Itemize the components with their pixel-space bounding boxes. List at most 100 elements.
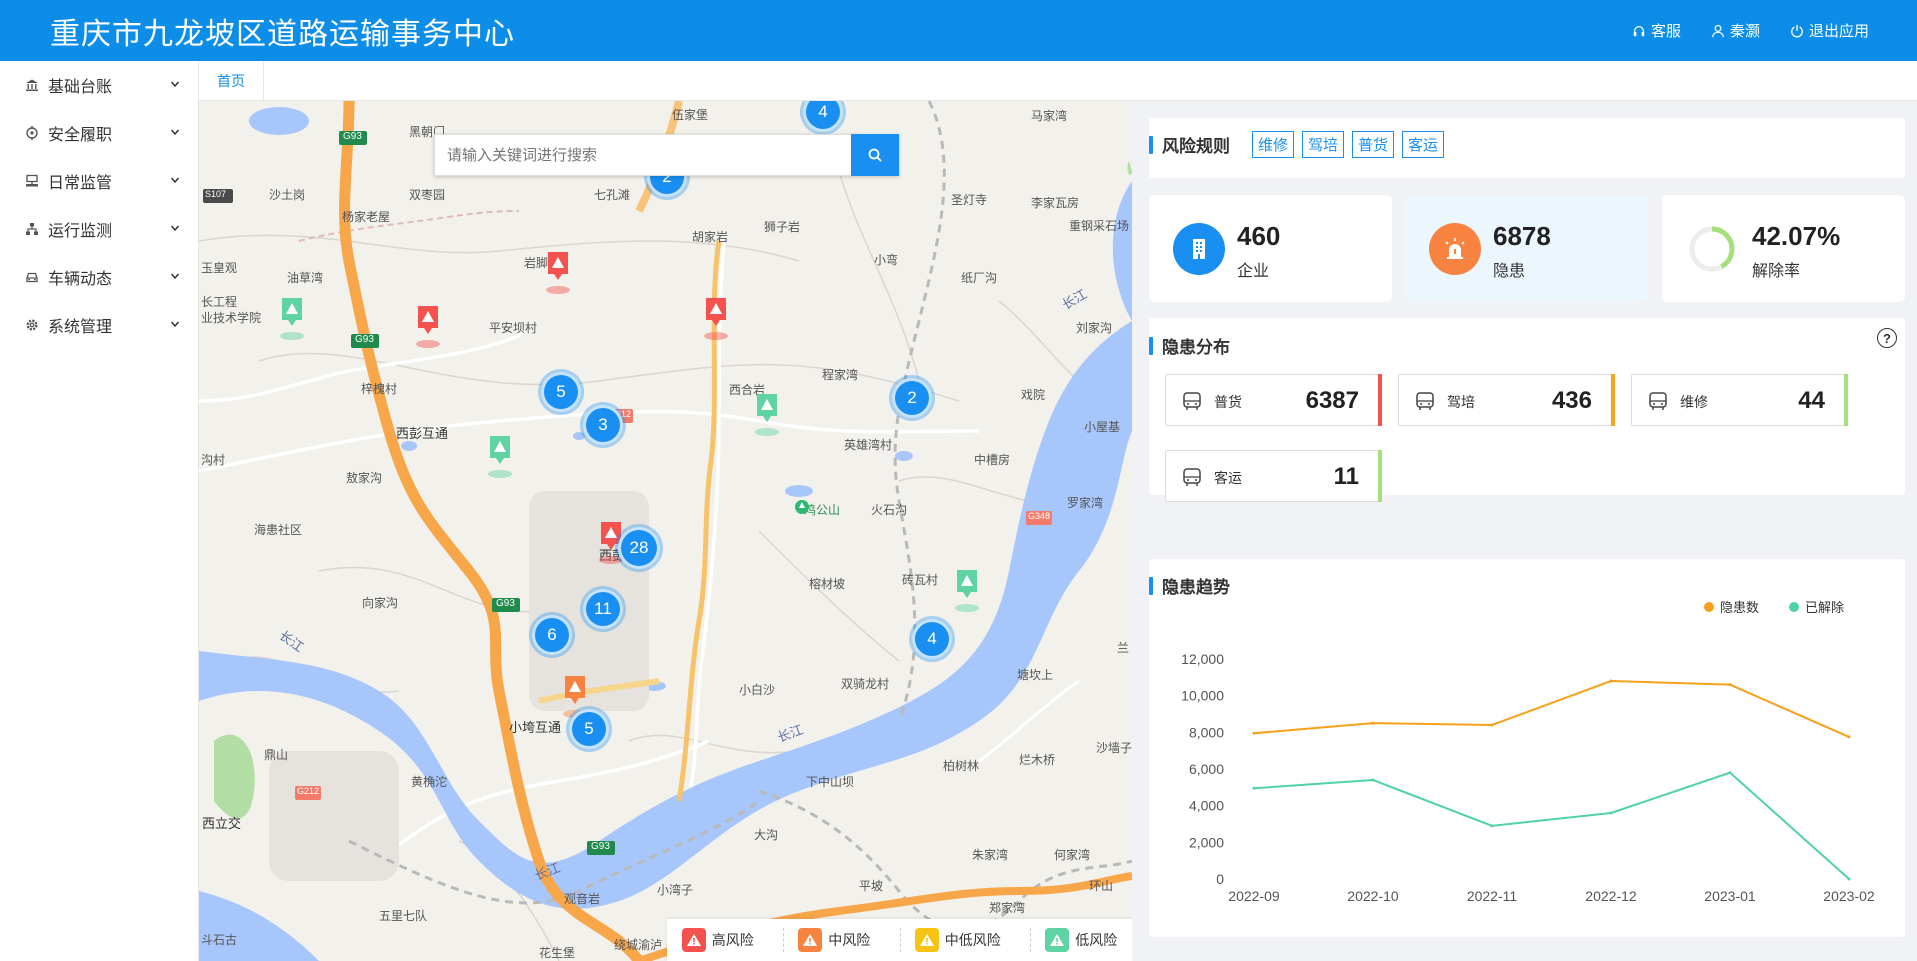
hazard-item-maintenance[interactable]: 维修 44 (1631, 374, 1848, 426)
road-shield-label: G93 (343, 131, 362, 142)
risk-tag-maintenance[interactable]: 维修 (1252, 131, 1295, 158)
sidebar-item-system-management[interactable]: 系统管理 (0, 301, 198, 349)
risk-tag-passenger[interactable]: 客运 (1402, 131, 1445, 158)
data-point (1371, 778, 1375, 782)
sidebar-item-operation-monitoring[interactable]: 运行监测 (0, 205, 198, 253)
user-icon (1712, 24, 1724, 37)
low-risk-marker[interactable] (485, 433, 515, 479)
sidebar-item-basic-ledger[interactable]: 基础台账 (0, 61, 198, 109)
marker-cluster[interactable]: 5 (569, 709, 609, 749)
x-tick-label: 2023-02 (1823, 888, 1875, 904)
low-risk-marker[interactable] (952, 567, 982, 613)
stat-value: 460 (1237, 221, 1281, 251)
customer-service-button[interactable]: 客服 (1632, 20, 1681, 41)
data-point (1609, 811, 1613, 815)
hazard-color-edge (1378, 450, 1382, 502)
high-risk-marker[interactable] (543, 249, 573, 295)
sidebar-item-label: 基础台账 (48, 79, 113, 96)
search-input[interactable] (434, 134, 851, 176)
chevron-down-icon (170, 177, 180, 184)
map-place-label: 小湾子 (657, 883, 694, 897)
resolution-rate-ring (1689, 226, 1735, 272)
risk-rules-card: 风险规则 维修 驾培 普货 客运 (1149, 118, 1905, 178)
stat-label: 企业 (1237, 263, 1270, 280)
map-place-label: 西彭互通 (396, 426, 449, 441)
hazard-item-freight[interactable]: 普货 6387 (1165, 374, 1382, 426)
search-icon (868, 148, 882, 162)
user-button[interactable]: 秦灏 (1711, 20, 1760, 41)
map-place-label: 平坡 (859, 879, 884, 893)
low-risk-marker[interactable] (752, 391, 782, 437)
data-point (1490, 824, 1494, 828)
marker-cluster[interactable]: 28 (618, 527, 660, 569)
map-place-label: 烂木桥 (1019, 753, 1056, 767)
marker-cluster[interactable]: 5 (541, 372, 581, 412)
marker-cluster[interactable]: 6 (532, 615, 572, 655)
bus-icon (1649, 392, 1667, 410)
map-place-label: 西立交 (202, 816, 242, 831)
marker-cluster[interactable]: 3 (583, 405, 623, 445)
map-place-label: 观音岩 (564, 892, 601, 906)
hazard-category: 维修 (1680, 394, 1708, 410)
hazard-item-passenger[interactable]: 客运 11 (1165, 450, 1382, 502)
y-tick-label: 12,000 (1181, 651, 1224, 667)
hazard-color-edge (1378, 374, 1382, 426)
map-place-label: 刘家沟 (1076, 321, 1113, 335)
map-view[interactable]: G93 G93 G93 G93 G212 G212 S107 G348 黑朝门 … (199, 101, 1132, 961)
stat-card-enterprises[interactable]: 460 企业 (1149, 195, 1392, 302)
park-poi-marker[interactable] (794, 499, 810, 517)
map-place-label: 中槽房 (974, 453, 1011, 467)
marker-cluster[interactable]: 4 (912, 619, 952, 659)
stat-card-hazards[interactable]: 6878 隐患 (1405, 195, 1648, 302)
hazard-color-edge (1844, 374, 1848, 426)
y-tick-label: 8,000 (1189, 724, 1224, 740)
map-place-label: 兰 (1117, 641, 1130, 655)
app-header: 重庆市九龙坡区道路运输事务中心 客服 秦灏 退出应用 (0, 0, 1917, 61)
header-actions: 客服 秦灏 退出应用 (1632, 0, 1869, 61)
risk-legend: 高风险 中风险 中低风险 低风险 (667, 919, 1132, 961)
map-place-label: 沟村 (201, 453, 226, 467)
map-place-label: 胡家岩 (692, 230, 729, 244)
x-tick-label: 2022-10 (1347, 888, 1399, 904)
map-place-label: 马家湾 (1031, 109, 1068, 123)
sidebar-item-vehicle-dynamics[interactable]: 车辆动态 (0, 253, 198, 301)
title-accent (1149, 135, 1153, 154)
marker-cluster[interactable]: 11 (583, 589, 623, 629)
sidebar-item-daily-supervision[interactable]: 日常监管 (0, 157, 198, 205)
data-point (1490, 723, 1494, 727)
app-title: 重庆市九龙坡区道路运输事务中心 (50, 17, 515, 51)
sidebar: 基础台账 安全履职 日常监管 运行监测 车辆动态 系统管理 (0, 61, 199, 961)
map-place-label: 花生堡 (539, 946, 576, 960)
hazard-distribution-title: 隐患分布 (1162, 338, 1230, 357)
hazard-item-driver-training[interactable]: 驾培 436 (1398, 374, 1615, 426)
bus-icon (1416, 392, 1434, 410)
legend-label: 隐患数 (1720, 600, 1759, 615)
low-risk-marker[interactable] (277, 295, 307, 341)
warning-icon (1045, 928, 1070, 952)
logout-button[interactable]: 退出应用 (1790, 20, 1869, 41)
risk-tag-freight[interactable]: 普货 (1352, 131, 1395, 158)
dashboard-panel: 风险规则 维修 驾培 普货 客运 460 企业 6878 隐患 42.07% 解… (1132, 101, 1917, 961)
data-point (1728, 683, 1732, 687)
sidebar-item-safety-duty[interactable]: 安全履职 (0, 109, 198, 157)
stat-card-resolution-rate[interactable]: 42.07% 解除率 (1662, 195, 1905, 302)
car-icon (24, 269, 40, 285)
x-tick-label: 2023-01 (1704, 888, 1756, 904)
high-risk-marker[interactable] (701, 295, 731, 341)
map-place-label: 大沟 (754, 828, 779, 842)
legend-low-risk: 低风险 (1030, 928, 1117, 952)
high-risk-marker[interactable] (413, 303, 443, 349)
marker-cluster[interactable]: 2 (892, 378, 932, 418)
help-icon[interactable]: ? (1877, 328, 1897, 348)
risk-tag-driver-training[interactable]: 驾培 (1302, 131, 1345, 158)
tab-home[interactable]: 首页 (199, 61, 264, 101)
hazard-category: 驾培 (1447, 394, 1475, 410)
customer-service-label: 客服 (1650, 23, 1681, 40)
map-place-label: 塘坎上 (1017, 668, 1054, 682)
search-button[interactable] (851, 134, 899, 176)
title-accent (1149, 336, 1153, 355)
map-place-label: 油草湾 (287, 271, 324, 285)
road-shield-label: G93 (591, 841, 610, 852)
y-tick-label: 10,000 (1181, 688, 1224, 704)
legend-medium-risk: 中风险 (783, 928, 870, 952)
